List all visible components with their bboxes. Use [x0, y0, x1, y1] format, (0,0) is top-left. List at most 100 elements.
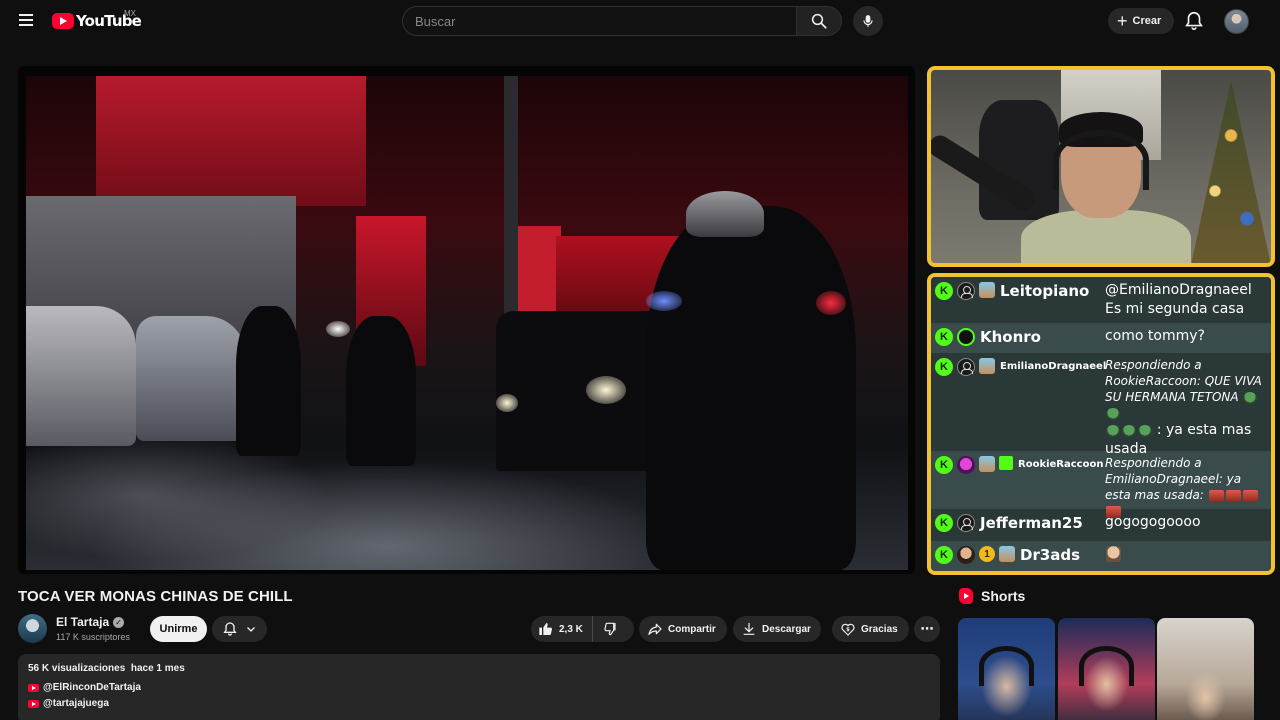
youtube-icon	[28, 699, 39, 708]
gifter-badge-icon: 1	[979, 546, 995, 562]
search-box	[402, 6, 797, 36]
emote-icon	[1225, 489, 1241, 502]
dislike-button[interactable]	[593, 616, 634, 642]
user-icon	[957, 282, 975, 300]
streamer-webcam	[927, 66, 1275, 267]
gift-badge-icon	[999, 456, 1013, 470]
description-box[interactable]: 56 K visualizaciones hace 1 mes @ElRinco…	[18, 654, 940, 720]
search-button[interactable]	[796, 6, 842, 36]
more-actions-button[interactable]: ⋯	[914, 616, 940, 642]
short-thumbnail[interactable]	[1058, 618, 1155, 720]
chat-message: K Leitopiano @EmilianoDragnaeel Es mi se…	[931, 277, 1271, 323]
channel-name[interactable]: El Tartaja ✓	[56, 615, 125, 629]
chat-message: K Khonro como tommy?	[931, 323, 1271, 353]
video-title: TOCA VER MONAS CHINAS DE CHILL	[18, 588, 293, 605]
video-player[interactable]	[18, 66, 915, 574]
share-button[interactable]: Compartir	[639, 616, 727, 642]
view-stats: 56 K visualizaciones hace 1 mes	[28, 663, 930, 674]
channel-name-text: El Tartaja	[56, 615, 110, 629]
svg-text:$: $	[846, 627, 850, 633]
share-icon	[648, 623, 662, 635]
description-link[interactable]: @ElRinconDeTartaja	[28, 682, 930, 693]
face-emote-icon	[1106, 546, 1121, 562]
kick-icon: K	[935, 514, 953, 532]
thanks-button[interactable]: $ Gracias	[832, 616, 909, 642]
chevron-down-icon	[247, 627, 256, 632]
kick-icon: K	[935, 282, 953, 300]
chat-overlay: K Leitopiano @EmilianoDragnaeel Es mi se…	[927, 273, 1275, 575]
chat-username: Dr3ads	[1020, 546, 1081, 564]
subscriber-badge-icon	[979, 358, 995, 374]
upload-age: hace 1 mes	[130, 663, 185, 674]
shorts-header: Shorts	[959, 588, 1025, 604]
pepe-emote-icon	[1106, 407, 1120, 420]
shorts-icon	[959, 588, 973, 604]
bell-icon	[1185, 11, 1203, 31]
subscription-bell-button[interactable]	[212, 616, 267, 642]
plus-icon: +	[1117, 11, 1128, 31]
channel-avatar[interactable]	[18, 614, 47, 643]
chat-text	[1105, 544, 1122, 570]
search-icon	[811, 13, 827, 29]
subscriber-badge-icon	[979, 456, 995, 472]
chat-username: EmilianoDragnaeel	[1000, 361, 1107, 372]
menu-icon[interactable]	[12, 8, 40, 34]
chat-username: Leitopiano	[1000, 282, 1090, 300]
pepe-emote-icon	[1106, 424, 1120, 437]
kick-icon: K	[935, 546, 953, 564]
microphone-icon	[863, 15, 873, 27]
subscriber-count: 117 K suscriptores	[56, 632, 130, 642]
chat-text: como tommy?	[1105, 328, 1205, 344]
bell-icon	[223, 622, 237, 636]
like-button[interactable]: 2,3 K	[531, 616, 593, 642]
kick-icon: K	[935, 456, 953, 474]
shorts-title: Shorts	[981, 588, 1026, 604]
notifications-button[interactable]	[1183, 10, 1205, 32]
download-button[interactable]: Descargar	[733, 616, 821, 642]
chat-message: K RookieRaccoon Respondiendo a EmilianoD…	[931, 451, 1271, 518]
pepe-emote-icon	[1122, 424, 1136, 437]
user-icon	[957, 514, 975, 532]
chat-text: Respondiendo a RookieRaccoon: QUE VIVA S…	[1105, 356, 1267, 457]
streamer	[1001, 110, 1201, 263]
voice-search-button[interactable]	[853, 6, 883, 36]
create-label: Crear	[1132, 15, 1162, 27]
thanks-label: Gracias	[861, 623, 898, 635]
pepe-emote-icon	[1138, 424, 1152, 437]
headphones	[979, 646, 1034, 686]
emote-icon	[1208, 489, 1224, 502]
short-thumbnail[interactable]	[1157, 618, 1254, 720]
video-frame	[26, 76, 908, 570]
subscriber-badge-icon	[999, 546, 1015, 562]
region-code: MX	[124, 9, 136, 18]
chat-text: @EmilianoDragnaeel Es mi segunda casa	[1105, 282, 1252, 317]
chat-username: Jefferman25	[980, 514, 1083, 532]
more-icon: ⋯	[920, 621, 934, 636]
chat-message: K 1 Dr3ads	[931, 541, 1271, 571]
like-dislike-group: 2,3 K	[531, 616, 634, 642]
search-input[interactable]	[403, 7, 797, 35]
emote-icon	[1242, 489, 1258, 502]
short-thumbnail[interactable]	[958, 618, 1055, 720]
avatar-badge-icon	[957, 546, 975, 564]
reply-text: Respondiendo a RookieRaccoon: QUE VIVA S…	[1105, 358, 1262, 404]
join-button[interactable]: Unirme	[150, 616, 207, 642]
youtube-play-icon	[52, 13, 74, 29]
verified-icon: ✓	[113, 616, 125, 628]
kick-icon: K	[935, 358, 953, 376]
top-bar: YouTube MX + Crear	[0, 0, 1280, 42]
avatar-badge-icon	[957, 456, 975, 474]
christmas-tree	[1191, 80, 1271, 263]
chat-username: Khonro	[980, 328, 1041, 346]
pepe-emote-icon	[1243, 391, 1258, 404]
create-button[interactable]: + Crear	[1108, 8, 1174, 34]
download-label: Descargar	[762, 623, 811, 635]
subscriber-badge-icon	[979, 282, 995, 298]
share-label: Compartir	[668, 623, 716, 635]
view-count: 56 K visualizaciones	[28, 663, 126, 674]
account-avatar[interactable]	[1224, 9, 1249, 34]
thumbs-down-icon	[604, 622, 616, 636]
thumbs-up-icon	[539, 623, 552, 636]
description-link[interactable]: @tartajajuega	[28, 698, 930, 709]
user-icon	[957, 358, 975, 376]
